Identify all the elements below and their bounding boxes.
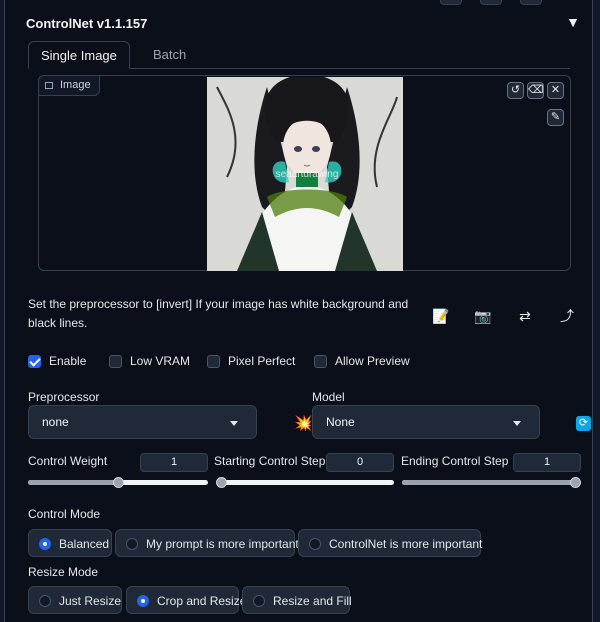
radio-dot	[253, 595, 265, 607]
preprocessor-hint: Set the preprocessor to [invert] If your…	[28, 297, 409, 330]
control-mode-my-prompt[interactable]: My prompt is more important	[115, 529, 299, 557]
radio-dot	[309, 538, 321, 550]
close-icon[interactable]: ✕	[547, 82, 564, 99]
ending-step-slider[interactable]	[402, 477, 581, 488]
checkbox-box	[28, 355, 41, 368]
resize-mode-crop-and-resize[interactable]: Crop and Resize	[126, 586, 246, 614]
radio-dot	[39, 538, 51, 550]
control-weight-input[interactable]: 1	[140, 453, 208, 472]
run-preprocessor-icon[interactable]: 💥	[294, 414, 313, 432]
radio-label: Balanced	[59, 537, 110, 551]
reset-icon[interactable]: ↺	[507, 82, 524, 99]
radio-dot	[137, 595, 149, 607]
swap-icon[interactable]: ⇄	[514, 306, 536, 326]
slider-fill	[402, 480, 575, 485]
options-row: Enable Low VRAM Pixel Perfect Allow Prev…	[28, 353, 588, 371]
accordion-title: ControlNet v1.1.157	[26, 16, 148, 31]
radio-label: ControlNet is more important	[329, 537, 483, 551]
preprocessor-value: none	[42, 415, 69, 429]
radio-label: Resize and Fill	[273, 594, 352, 608]
chevron-down-icon	[230, 421, 238, 426]
resize-mode-resize-and-fill[interactable]: Resize and Fill	[242, 586, 352, 614]
image-icon	[45, 82, 53, 89]
radio-dot	[39, 595, 51, 607]
uploaded-image[interactable]: seaartdrawing	[207, 77, 403, 271]
left-panel-edge	[0, 0, 5, 622]
model-dropdown[interactable]: None	[312, 405, 540, 439]
control-mode-group: Balanced My prompt is more important Con…	[28, 529, 498, 557]
checkbox-box	[109, 355, 122, 368]
control-weight-label: Control Weight	[28, 454, 108, 468]
model-label: Model	[312, 390, 345, 404]
resize-mode-just-resize[interactable]: Just Resize	[28, 586, 122, 614]
checkbox-label: Allow Preview	[335, 354, 410, 368]
controlnet-panel: ControlNet v1.1.157 ▼ Single Image Batch…	[16, 0, 591, 622]
image-upload-area[interactable]: Image seaartdrawing ↺ ⌫ ✕ ✎	[38, 75, 571, 271]
radio-label: Just Resize	[59, 594, 122, 608]
image-watermark: seaartdrawing	[276, 169, 339, 180]
radio-dot	[126, 538, 138, 550]
checkbox-label: Low VRAM	[130, 354, 191, 368]
starting-step-label: Starting Control Step	[214, 454, 326, 468]
image-label-text: Image	[60, 79, 91, 91]
radio-label: My prompt is more important	[146, 537, 299, 551]
refresh-models-icon[interactable]: ⟳	[576, 416, 591, 431]
checkbox-box	[314, 355, 327, 368]
tab-single-image[interactable]: Single Image	[28, 41, 130, 69]
radio-label: Crop and Resize	[157, 594, 247, 608]
slider-fill	[28, 480, 118, 485]
brush-icon[interactable]: ✎	[547, 109, 564, 126]
slider-thumb[interactable]	[113, 477, 124, 488]
accordion-header[interactable]: ControlNet v1.1.157 ▼	[26, 14, 580, 34]
slider-track	[221, 480, 394, 485]
control-mode-controlnet[interactable]: ControlNet is more important	[298, 529, 483, 557]
control-weight-slider[interactable]	[28, 477, 208, 488]
tab-bar: Single Image Batch	[28, 41, 570, 69]
new-canvas-icon[interactable]: 📝	[430, 306, 452, 326]
control-mode-balanced[interactable]: Balanced	[28, 529, 112, 557]
checkbox-label: Enable	[49, 354, 87, 368]
ending-step-input[interactable]: 1	[513, 453, 581, 472]
tab-batch[interactable]: Batch	[141, 41, 198, 69]
model-value: None	[326, 415, 355, 429]
eraser-icon[interactable]: ⌫	[527, 82, 544, 99]
checkbox-box	[207, 355, 220, 368]
scrollbar[interactable]	[592, 0, 600, 622]
image-label: Image	[38, 75, 100, 96]
collapse-toggle-icon[interactable]: ▼	[566, 14, 580, 30]
starting-step-slider[interactable]	[216, 477, 394, 488]
slider-thumb[interactable]	[570, 477, 581, 488]
slider-thumb[interactable]	[216, 477, 227, 488]
resize-mode-label: Resize Mode	[28, 565, 99, 579]
chevron-down-icon	[513, 421, 521, 426]
ending-step-label: Ending Control Step	[401, 454, 509, 468]
resize-mode-group: Just Resize Crop and Resize Resize and F…	[28, 586, 358, 614]
control-mode-label: Control Mode	[28, 507, 101, 521]
checkbox-label: Pixel Perfect	[228, 354, 296, 368]
webcam-icon[interactable]: 📷	[472, 306, 494, 326]
preprocessor-label: Preprocessor	[28, 390, 100, 404]
preprocessor-dropdown[interactable]: none	[28, 405, 257, 439]
starting-step-input[interactable]: 0	[326, 453, 394, 472]
send-dimensions-icon[interactable]: ⤴	[556, 306, 578, 326]
